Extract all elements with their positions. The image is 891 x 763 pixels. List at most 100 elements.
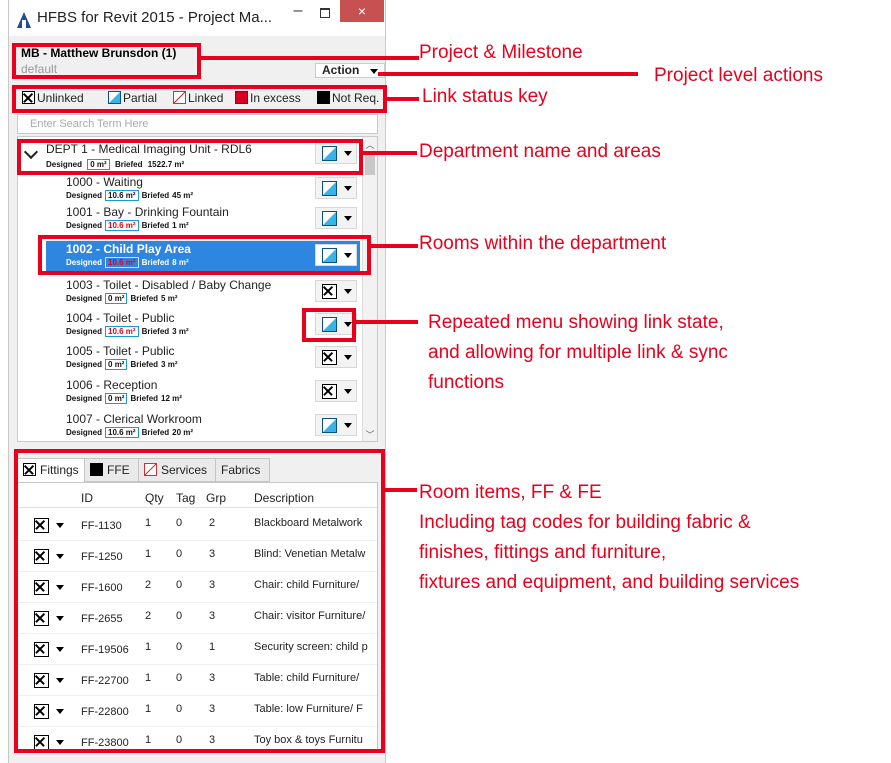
room-row[interactable]: 1003 - Toilet - Disabled / Baby Change De…	[18, 277, 363, 307]
revit-logo-icon	[17, 12, 31, 28]
designed-value: 0 m²	[105, 393, 128, 404]
search-input[interactable]: Enter Search Term Here	[17, 114, 378, 134]
room-link-menu[interactable]	[315, 177, 357, 199]
designed-label: Designed	[66, 360, 103, 369]
room-link-menu[interactable]	[315, 280, 357, 302]
callout-menu-line2: and allowing for multiple link & sync	[428, 342, 728, 363]
items-highlight	[14, 449, 385, 753]
action-dropdown[interactable]: Action	[315, 63, 385, 78]
callout-menu-line3: functions	[428, 372, 505, 393]
title-bar: HFBS for Revit 2015 - Project Ma... – ×	[9, 0, 385, 36]
callout-menu-line1: Repeated menu showing link state,	[428, 312, 724, 333]
room-areas: Designed 10.6 m² Briefed 1 m²	[66, 220, 189, 231]
actions-leader-line	[378, 72, 638, 76]
room-areas: Designed 0 m² Briefed 5 m²	[66, 293, 177, 304]
callout-items-line4: fixtures and equipment, and building ser…	[419, 572, 800, 593]
project-highlight	[12, 43, 201, 79]
briefed-label: Briefed	[141, 428, 170, 437]
chevron-down-icon	[344, 216, 352, 221]
minimize-button[interactable]: –	[287, 2, 309, 24]
room-row[interactable]: 1000 - Waiting Designed 10.6 m² Briefed 45 m…	[18, 174, 363, 204]
designed-label: Designed	[66, 294, 103, 303]
room-row[interactable]: 1001 - Bay - Drinking Fountain Designed 10…	[18, 204, 363, 234]
chevron-down-icon	[344, 355, 352, 360]
designed-value: 10.6 m²	[105, 326, 139, 337]
chevron-down-icon	[344, 423, 352, 428]
chevron-down-icon	[344, 389, 352, 394]
scroll-down-icon[interactable]: ﹀	[363, 428, 377, 440]
window-title: HFBS for Revit 2015 - Project Ma...	[37, 9, 273, 26]
room-link-menu[interactable]	[315, 346, 357, 368]
designed-value: 0 m²	[105, 359, 128, 370]
designed-label: Designed	[66, 327, 103, 336]
rooms-highlight	[38, 235, 371, 275]
briefed-value: 5 m²	[161, 294, 178, 303]
department-leader-line	[361, 151, 417, 155]
callout-items-line2: Including tag codes for building fabric …	[419, 512, 751, 533]
partial-icon	[322, 181, 337, 196]
unlinked-icon	[322, 284, 337, 299]
room-row[interactable]: 1005 - Toilet - Public Designed 0 m² Briefe…	[18, 343, 363, 373]
room-row[interactable]: 1007 - Clerical Workroom Designed 10.6 m² B…	[18, 411, 363, 441]
unlinked-icon	[322, 384, 337, 399]
room-link-menu[interactable]	[315, 380, 357, 402]
room-row[interactable]: 1006 - Reception Designed 0 m² Briefed 12 m²	[18, 377, 363, 407]
room-title: 1003 - Toilet - Disabled / Baby Change	[66, 278, 272, 292]
room-link-menu[interactable]	[315, 414, 357, 436]
room-title: 1006 - Reception	[66, 378, 158, 392]
briefed-value: 45 m²	[172, 191, 194, 200]
briefed-value: 3 m²	[172, 327, 189, 336]
callout-items-line3: finishes, fittings and furniture,	[419, 542, 667, 563]
designed-value: 10.6 m²	[105, 427, 139, 438]
designed-label: Designed	[66, 428, 103, 437]
callout-department: Department name and areas	[419, 141, 661, 162]
project-leader-line	[199, 56, 419, 60]
briefed-label: Briefed	[141, 191, 170, 200]
room-areas: Designed 0 m² Briefed 12 m²	[66, 393, 182, 404]
briefed-value: 3 m²	[161, 360, 178, 369]
room-areas: Designed 10.6 m² Briefed 3 m²	[66, 326, 189, 337]
room-title: 1001 - Bay - Drinking Fountain	[66, 205, 229, 219]
rooms-leader-line	[369, 244, 418, 248]
menu-leader-line	[354, 320, 418, 324]
items-leader-line	[383, 488, 417, 492]
partial-icon	[322, 211, 337, 226]
briefed-label: Briefed	[130, 294, 159, 303]
room-title: 1004 - Toilet - Public	[66, 311, 175, 325]
briefed-label: Briefed	[130, 394, 159, 403]
designed-label: Designed	[66, 191, 103, 200]
chevron-down-icon	[344, 289, 352, 294]
unlinked-icon	[322, 350, 337, 365]
chevron-down-icon	[344, 186, 352, 191]
designed-value: 10.6 m²	[105, 220, 139, 231]
room-title: 1005 - Toilet - Public	[66, 344, 175, 358]
key-leader-line	[385, 97, 419, 101]
briefed-label: Briefed	[141, 327, 170, 336]
room-areas: Designed 10.6 m² Briefed 45 m²	[66, 190, 193, 201]
callout-link-key: Link status key	[422, 86, 548, 107]
partial-icon	[322, 418, 337, 433]
briefed-value: 1 m²	[172, 221, 189, 230]
department-highlight	[17, 139, 363, 175]
maximize-button[interactable]	[314, 4, 336, 24]
room-link-menu[interactable]	[315, 207, 357, 229]
list-scrollbar[interactable]: ︿ ﹀	[362, 137, 377, 441]
action-label: Action	[322, 63, 360, 77]
room-title: 1007 - Clerical Workroom	[66, 412, 202, 426]
briefed-value: 12 m²	[161, 394, 182, 403]
scroll-up-icon[interactable]: ︿	[363, 138, 377, 150]
menu-highlight	[302, 308, 356, 342]
callout-items-line1: Room items, FF & FE	[419, 482, 602, 503]
designed-value: 0 m²	[105, 293, 128, 304]
callout-rooms: Rooms within the department	[419, 233, 667, 254]
designed-label: Designed	[66, 221, 103, 230]
chevron-down-icon	[370, 69, 378, 74]
callout-project-milestone: Project & Milestone	[419, 42, 583, 63]
key-highlight	[12, 85, 387, 113]
room-title: 1000 - Waiting	[66, 175, 143, 189]
briefed-value: 20 m²	[172, 428, 194, 437]
designed-label: Designed	[66, 394, 103, 403]
briefed-label: Briefed	[130, 360, 159, 369]
department-list[interactable]: DEPT 1 - Medical Imaging Unit - RDL6 Des…	[17, 136, 378, 442]
close-button[interactable]: ×	[340, 0, 384, 22]
